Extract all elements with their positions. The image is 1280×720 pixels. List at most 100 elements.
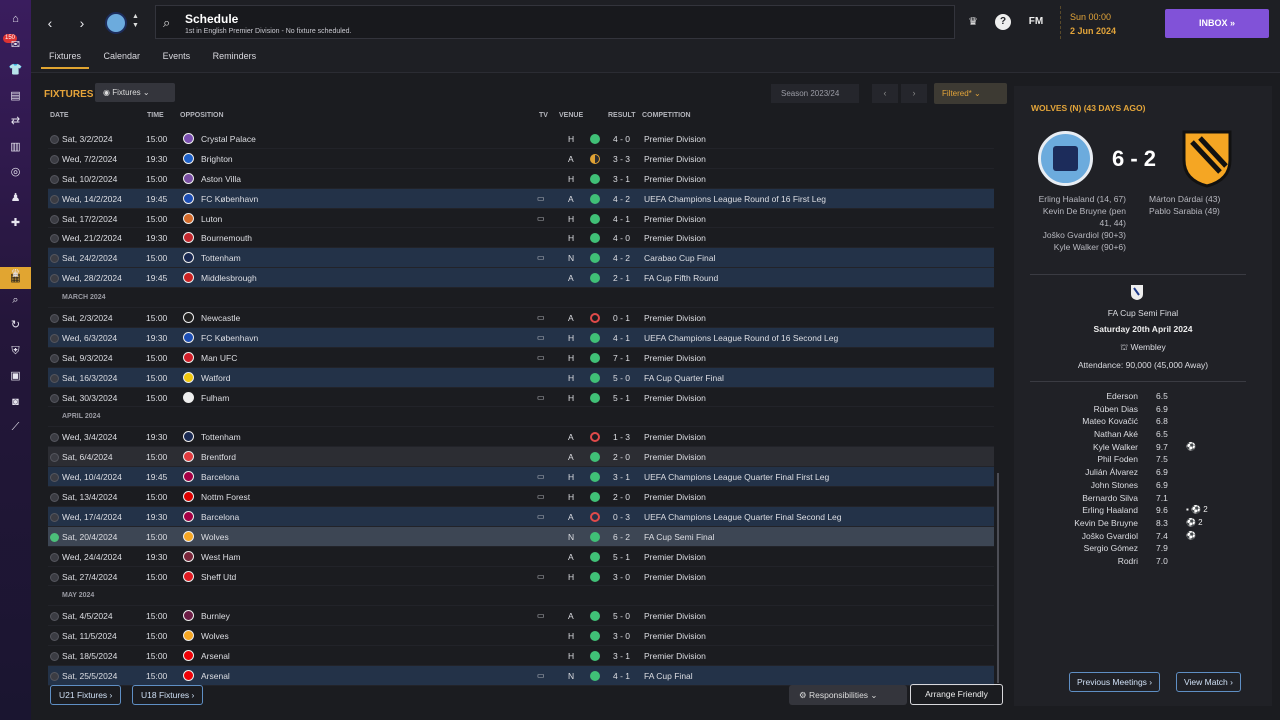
card-icon[interactable]: ◙ <box>8 395 23 410</box>
competition[interactable]: Premier Division <box>644 393 706 403</box>
tab-calendar[interactable]: Calendar <box>96 44 149 68</box>
medical-icon[interactable]: ✚ <box>8 216 23 231</box>
lineup-player[interactable]: Erling Haaland 9.6 ▪ ⚽ 2 <box>1014 505 1272 518</box>
filter-dropdown[interactable]: Filtered* ⌄ <box>934 83 1007 104</box>
fixture-row[interactable]: Sat, 10/2/2024 15:00 Aston Villa H 3 - 1 Prem… <box>48 169 994 189</box>
fixture-row[interactable]: Sat, 25/5/2024 15:00 Arsenal ▭ N 4 - 1 FA Cup … <box>48 666 994 686</box>
fixture-row[interactable]: Sat, 20/4/2024 15:00 Wolves N 6 - 2 FA Cup Se… <box>48 526 994 547</box>
lineup-player[interactable]: Kevin De Bruyne 8.3 ⚽ 2 <box>1014 518 1272 531</box>
search-icon[interactable]: ⌕ <box>163 15 170 31</box>
score[interactable]: 2 - 0 <box>613 452 630 462</box>
score[interactable]: 2 - 0 <box>613 492 630 502</box>
next-season-icon[interactable]: › <box>901 84 927 103</box>
tab-reminders[interactable]: Reminders <box>205 44 265 68</box>
score[interactable]: 3 - 1 <box>613 174 630 184</box>
u21-fixtures-button[interactable]: U21 Fixtures › <box>50 685 122 705</box>
club-switch-icon[interactable]: ▲ ▼ <box>132 12 139 30</box>
col-competition[interactable]: COMPETITION <box>642 112 691 119</box>
competition[interactable]: Premier Division <box>644 214 706 224</box>
competition[interactable]: FA Cup Quarter Final <box>644 373 724 383</box>
fixture-row[interactable]: Wed, 14/2/2024 19:45 FC København ▭ A 4 - 2 UE… <box>48 188 994 209</box>
chart-icon[interactable]: ⟋ <box>8 420 23 435</box>
fixture-row[interactable]: Wed, 28/2/2024 19:45 Middlesbrough A 2 - 1 FA… <box>48 268 994 289</box>
score[interactable]: 5 - 0 <box>613 373 630 383</box>
competition[interactable]: FA Cup Semi Final <box>644 532 714 542</box>
competition[interactable]: UEFA Champions League Quarter Final Seco… <box>644 512 842 522</box>
lineup-player[interactable]: Mateo Kovačić 6.8 <box>1014 416 1272 429</box>
opponent-name[interactable]: Luton <box>201 214 222 224</box>
competition[interactable]: UEFA Champions League Round of 16 First … <box>644 194 826 204</box>
trophy-icon[interactable]: ♛ <box>965 14 981 30</box>
competition[interactable]: Premier Division <box>644 154 706 164</box>
competition[interactable]: Premier Division <box>644 611 706 621</box>
search-icon[interactable]: ⌕ <box>8 293 23 308</box>
lineup-player[interactable]: Rúben Dias 6.9 <box>1014 404 1272 417</box>
fixture-row[interactable]: Sat, 24/2/2024 15:00 Tottenham ▭ N 4 - 2 Carab… <box>48 248 994 269</box>
opponent-name[interactable]: West Ham <box>201 552 241 562</box>
score[interactable]: 2 - 1 <box>613 273 630 283</box>
score[interactable]: 6 - 2 <box>613 532 630 542</box>
back-arrow-icon[interactable]: ‹ <box>37 10 63 36</box>
fixture-row[interactable]: Sat, 4/5/2024 15:00 Burnley ▭ A 5 - 0 Premier … <box>48 606 994 627</box>
competition[interactable]: Premier Division <box>644 134 706 144</box>
competition[interactable]: Premier Division <box>644 174 706 184</box>
u18-fixtures-button[interactable]: U18 Fixtures › <box>132 685 204 705</box>
squad-icon[interactable]: 👕 <box>8 63 23 78</box>
competition[interactable]: FA Cup Final <box>644 671 693 681</box>
inbox-icon[interactable]: ✉ <box>8 38 23 53</box>
score[interactable]: 4 - 1 <box>613 333 630 343</box>
opponent-name[interactable]: FC København <box>201 194 258 204</box>
lineup-player[interactable]: Nathan Aké 6.5 <box>1014 429 1272 442</box>
fixture-row[interactable]: Sat, 11/5/2024 15:00 Wolves H 3 - 0 Premier D… <box>48 626 994 647</box>
opponent-name[interactable]: Fulham <box>201 393 229 403</box>
lineup-player[interactable]: Ederson 6.5 <box>1014 391 1272 404</box>
fixture-row[interactable]: Sat, 2/3/2024 15:00 Newcastle ▭ A 0 - 1 Premie… <box>48 308 994 328</box>
score[interactable]: 0 - 3 <box>613 512 630 522</box>
fixture-row[interactable]: Wed, 21/2/2024 19:30 Bournemouth H 4 - 0 Prem… <box>48 228 994 249</box>
opponent-name[interactable]: Tottenham <box>201 432 241 442</box>
competition[interactable]: Premier Division <box>644 552 706 562</box>
opponent-name[interactable]: Watford <box>201 373 230 383</box>
competition[interactable]: Premier Division <box>644 432 706 442</box>
col-venue[interactable]: VENUE <box>559 112 583 119</box>
fixture-row[interactable]: Sat, 13/4/2024 15:00 Nottm Forest ▭ H 2 - 0 Pr… <box>48 487 994 507</box>
opponent-name[interactable]: Bournemouth <box>201 233 252 243</box>
briefcase-icon[interactable]: ▣ <box>8 369 23 384</box>
opponent-name[interactable]: Barcelona <box>201 512 239 522</box>
fixture-row[interactable]: Sat, 18/5/2024 15:00 Arsenal H 3 - 1 Premier … <box>48 646 994 667</box>
competition[interactable]: Premier Division <box>644 233 706 243</box>
staff-icon[interactable]: ♟ <box>8 191 23 206</box>
competition[interactable]: Premier Division <box>644 572 706 582</box>
fixture-row[interactable]: Wed, 17/4/2024 19:30 Barcelona ▭ A 0 - 3 UEFA … <box>48 506 994 527</box>
responsibilities-button[interactable]: ⚙ Responsibilities ⌄ <box>789 685 907 705</box>
score[interactable]: 4 - 1 <box>613 671 630 681</box>
opponent-name[interactable]: Wolves <box>201 631 229 641</box>
competition[interactable]: Carabao Cup Final <box>644 253 715 263</box>
score[interactable]: 3 - 0 <box>613 572 630 582</box>
scouting-icon[interactable]: ◎ <box>8 165 23 180</box>
score[interactable]: 3 - 0 <box>613 631 630 641</box>
score[interactable]: 3 - 1 <box>613 651 630 661</box>
opponent-name[interactable]: Arsenal <box>201 671 230 681</box>
fixture-row[interactable]: Wed, 7/2/2024 19:30 Brighton A 3 - 3 Premier … <box>48 149 994 169</box>
fixture-row[interactable]: Sat, 16/3/2024 15:00 Watford H 5 - 0 FA Cup Q… <box>48 367 994 388</box>
score[interactable]: 3 - 3 <box>613 154 630 164</box>
lineup-player[interactable]: Joško Gvardiol 7.4 ⚽ <box>1014 531 1272 544</box>
opponent-name[interactable]: Aston Villa <box>201 174 241 184</box>
score[interactable]: 4 - 0 <box>613 233 630 243</box>
score[interactable]: 4 - 2 <box>613 253 630 263</box>
opponent-name[interactable]: Barcelona <box>201 472 239 482</box>
competition[interactable]: Premier Division <box>644 313 706 323</box>
competition[interactable]: UEFA Champions League Round of 16 Second… <box>644 333 838 343</box>
scrollbar[interactable] <box>997 473 999 683</box>
home-icon[interactable]: ⌂ <box>8 12 23 27</box>
arrange-friendly-button[interactable]: Arrange Friendly <box>910 684 1003 705</box>
shield-icon[interactable]: ⛨ <box>8 344 23 359</box>
opponent-name[interactable]: Middlesbrough <box>201 273 257 283</box>
fixture-row[interactable]: Wed, 24/4/2024 19:30 West Ham A 5 - 1 Premier… <box>48 547 994 567</box>
opponent-name[interactable]: Burnley <box>201 611 230 621</box>
competition[interactable]: Premier Division <box>644 631 706 641</box>
forward-arrow-icon[interactable]: › <box>69 10 95 36</box>
score[interactable]: 5 - 1 <box>613 552 630 562</box>
tab-fixtures[interactable]: Fixtures <box>41 44 90 69</box>
